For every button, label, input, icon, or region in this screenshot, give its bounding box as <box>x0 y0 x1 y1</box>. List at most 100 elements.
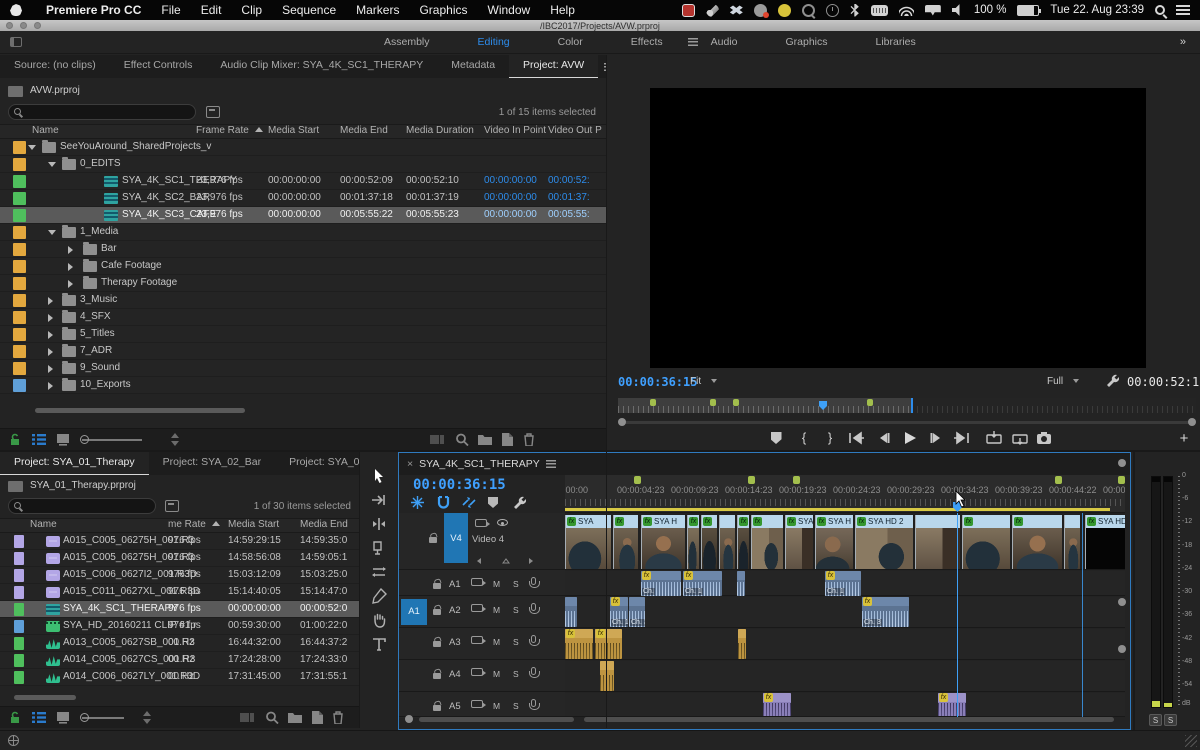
timeline-settings-wrench-icon[interactable] <box>512 495 526 509</box>
video-track-target[interactable]: V4 <box>444 513 468 563</box>
mark-in-button[interactable]: { <box>795 430 813 446</box>
sort-icon[interactable] <box>140 711 154 724</box>
col-media-duration[interactable]: Media Duration <box>406 125 474 136</box>
zoom-level-dropdown[interactable]: Fit <box>690 376 717 387</box>
project-row[interactable]: 10_Exports <box>0 377 606 394</box>
expand-chevron-icon[interactable] <box>68 280 73 288</box>
video-clip[interactable] <box>915 515 960 569</box>
mute-button[interactable]: M <box>493 637 500 647</box>
video-clip[interactable]: fxSYA <box>785 515 813 569</box>
expand-chevron-icon[interactable] <box>48 230 56 235</box>
label-color-swatch[interactable] <box>14 671 24 684</box>
mute-button[interactable]: M <box>493 579 500 589</box>
play-button[interactable] <box>901 430 919 446</box>
search-input[interactable] <box>8 498 156 514</box>
clip-row[interactable]: SYA_HD_20160211 CLIP #1.r 976 fps 00:59:… <box>0 618 359 635</box>
expand-chevron-icon[interactable] <box>28 145 36 150</box>
clip-row[interactable]: SYA_4K_SC1_THERAPY 976 fps 00:00:00:00 0… <box>0 601 359 618</box>
audio-clip[interactable]: fx <box>763 693 791 716</box>
audio-clip[interactable]: fx <box>595 629 622 659</box>
label-color-swatch[interactable] <box>13 362 26 375</box>
item-name[interactable]: 9_Sound <box>80 362 120 373</box>
track-lock-icon[interactable] <box>433 641 441 647</box>
col-media-end[interactable]: Media End <box>300 519 348 530</box>
label-color-swatch[interactable] <box>14 552 24 565</box>
label-color-swatch[interactable] <box>13 294 26 307</box>
solo-button[interactable]: S <box>513 579 519 589</box>
solo-right-button[interactable]: S <box>1164 714 1177 726</box>
audio-clip[interactable] <box>600 661 614 691</box>
label-color-swatch[interactable] <box>13 277 26 290</box>
source-patch-icon[interactable] <box>471 604 483 612</box>
project-row[interactable]: Bar <box>0 241 606 258</box>
voiceover-mic-icon[interactable] <box>531 635 536 643</box>
mute-button[interactable]: M <box>493 669 500 679</box>
program-current-timecode[interactable]: 00:00:36:15 <box>618 375 697 389</box>
export-frame-button[interactable] <box>1035 430 1053 446</box>
menu-item[interactable]: Markers <box>356 3 399 17</box>
video-clip[interactable]: fxSYA HD 20160211 CLIP <box>1085 515 1125 569</box>
video-clip[interactable]: fx <box>751 515 783 569</box>
video-clip[interactable] <box>1064 515 1080 569</box>
workspace-tab[interactable]: Graphics <box>761 36 851 48</box>
item-name[interactable]: 4_SFX <box>80 311 111 322</box>
extract-button[interactable] <box>1011 430 1029 446</box>
source-patch-icon[interactable] <box>471 636 483 644</box>
item-name[interactable]: SYA_4K_SC1_THERAPY <box>63 603 178 614</box>
clip-row[interactable]: A014_C005_0627CS_001.R3 00 Hz 17:24:28:0… <box>0 652 359 669</box>
mute-button[interactable]: M <box>493 701 500 711</box>
menu-item[interactable]: Edit <box>201 3 222 17</box>
clip-row[interactable]: A014_C006_0627LY_001.R3D 00 Hz 17:31:45:… <box>0 669 359 686</box>
label-color-swatch[interactable] <box>13 260 26 273</box>
add-marker-button[interactable] <box>767 430 785 446</box>
label-color-swatch[interactable] <box>13 379 26 392</box>
settings-wrench-icon[interactable] <box>1105 373 1119 387</box>
solo-button[interactable]: S <box>513 669 519 679</box>
voiceover-mic-icon[interactable] <box>531 699 536 707</box>
list-view-icon[interactable] <box>32 711 46 724</box>
menu-item[interactable]: Help <box>550 3 575 17</box>
col-frame-rate[interactable]: me Rate <box>168 519 220 530</box>
delete-icon[interactable] <box>522 433 536 446</box>
clip-row[interactable]: A015_C011_0627XL_001.R3D 976 fps 15:14:4… <box>0 584 359 601</box>
audio-track-header[interactable]: A1 A2 M S <box>399 597 565 628</box>
source-patch-icon[interactable] <box>471 578 483 586</box>
find-icon[interactable] <box>455 433 469 446</box>
project-row[interactable]: 3_Music <box>0 292 606 309</box>
clip-row[interactable]: A015_C006_0627I2_001.R3D 976 fps 15:03:1… <box>0 567 359 584</box>
program-scrollbar[interactable] <box>618 417 1196 427</box>
project-row[interactable]: SYA_4K_SC2_BAR 23,976 fps 00:00:00:00 00… <box>0 190 606 207</box>
audio-track-header[interactable]: A3 M S <box>399 629 565 660</box>
col-media-end[interactable]: Media End <box>340 125 388 136</box>
airplay-menu-icon[interactable] <box>925 5 941 16</box>
track-lock-icon[interactable] <box>429 537 437 543</box>
resize-grip[interactable] <box>1185 735 1197 747</box>
sort-icon[interactable] <box>168 433 182 446</box>
project-writable-icon[interactable] <box>8 711 22 724</box>
video-clip[interactable]: fxSYA H <box>641 515 685 569</box>
keyboard-menu-icon[interactable] <box>871 5 888 16</box>
nest-sequence-icon[interactable] <box>411 496 424 509</box>
source-patch-icon[interactable] <box>471 668 483 676</box>
go-to-in-button[interactable] <box>847 430 865 446</box>
project-writable-icon[interactable] <box>8 433 22 446</box>
project-row[interactable]: SYA_4K_SC3_CAFE 23,976 fps 00:00:00:00 0… <box>0 207 606 224</box>
label-color-swatch[interactable] <box>13 209 26 222</box>
audio-track-header[interactable]: A4 M S <box>399 661 565 692</box>
voiceover-mic-icon[interactable] <box>531 603 536 611</box>
item-name[interactable]: 3_Music <box>80 294 117 305</box>
icon-view-icon[interactable] <box>56 433 70 446</box>
find-icon[interactable] <box>265 711 279 724</box>
audio-track-header[interactable]: A1 M S <box>399 571 565 596</box>
workspace-tab[interactable]: Libraries <box>852 36 940 48</box>
timeline-timecode[interactable]: 00:00:36:15 <box>413 477 506 493</box>
workspace-tab[interactable]: Audio <box>687 36 762 48</box>
label-color-swatch[interactable] <box>14 603 24 616</box>
time-machine-menu-icon[interactable] <box>826 4 839 17</box>
panel-tab[interactable]: Audio Clip Mixer: SYA_4K_SC1_THERAPY <box>206 55 437 78</box>
audio-clip[interactable]: fx Ch. <box>641 571 681 596</box>
video-clip[interactable]: fx <box>613 515 638 569</box>
col-video-in[interactable]: Video In Point <box>484 125 546 136</box>
menu-item[interactable]: File <box>161 3 180 17</box>
project-row[interactable]: 1_Media <box>0 224 606 241</box>
